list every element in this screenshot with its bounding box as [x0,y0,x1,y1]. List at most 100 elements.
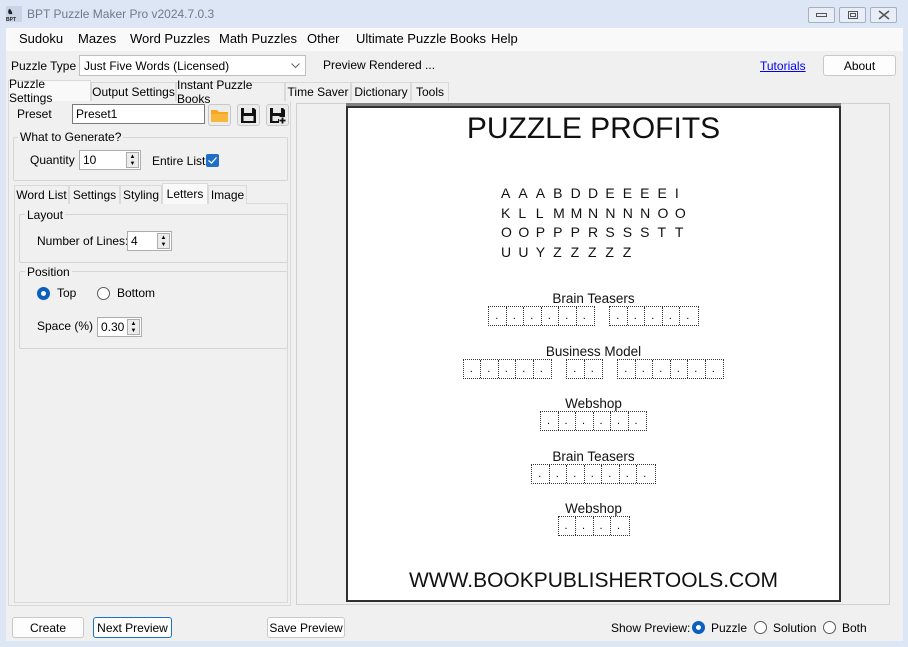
menu-other[interactable]: Other [307,31,340,46]
clue-item: Business Model [348,344,839,397]
status-text: Preview Rendered ... [323,58,436,72]
position-bottom-radio[interactable] [97,287,110,300]
letter: R [587,224,599,240]
quantity-label: Quantity [30,153,75,167]
letter-row: UUYZZZZZ [501,244,692,264]
quantity-stepper[interactable]: 10 ▲ ▼ [79,150,141,170]
create-button[interactable]: Create [12,617,84,638]
position-title: Position [25,265,72,279]
tab-tools[interactable]: Tools [411,82,449,101]
clue-text: Business Model [545,343,642,359]
letter: B [553,185,563,201]
restore-icon [847,11,858,19]
space-stepper[interactable]: 0.30 ▲ ▼ [97,317,142,337]
clue-item: Brain Teasers [348,291,839,344]
letter-box [629,412,647,430]
letter: N [605,204,616,221]
minimize-button[interactable] [808,7,835,23]
letter: P [535,224,546,240]
menu-ultimate-puzzle-books[interactable]: Ultimate Puzzle Books [356,31,486,46]
letter-box [541,412,559,430]
letter: S [622,224,633,240]
show-puzzle-radio[interactable] [692,621,705,634]
tab-dictionary[interactable]: Dictionary [351,82,411,101]
letter-box [645,307,663,325]
tab-time-saver[interactable]: Time Saver [285,82,351,101]
position-bottom-label: Bottom [117,286,156,300]
subtab-letters[interactable]: Letters [162,183,208,204]
preset-label: Preset [17,107,52,121]
letter-box [534,360,552,378]
letter-box [559,412,576,430]
menu-math-puzzles[interactable]: Math Puzzles [219,31,297,46]
entire-list-checkbox[interactable] [206,154,219,167]
lines-spin-arrows[interactable]: ▲ ▼ [157,233,170,249]
letter-box [594,412,611,430]
position-top-radio[interactable] [37,287,50,300]
menu-word-puzzles[interactable]: Word Puzzles [130,31,210,46]
letter-box [585,464,603,483]
save-preset-button[interactable] [237,104,260,126]
space-spin-arrows[interactable]: ▲ ▼ [127,319,140,335]
menu-sudoku[interactable]: Sudoku [19,31,63,46]
menu-help[interactable]: Help [491,31,518,46]
clue-list: Brain Teasers Business Model Webshop Brain … [348,291,839,554]
letter-box [671,359,689,378]
letter: N [640,204,651,221]
puzzle-type-select[interactable]: Just Five Words (Licensed) [79,55,306,76]
letter: Z [587,243,597,260]
tab-puzzle-settings[interactable]: Puzzle Settings [8,77,91,105]
menu-mazes[interactable]: Mazes [78,31,116,46]
quantity-spin-arrows[interactable]: ▲ ▼ [126,152,139,168]
close-button[interactable] [870,7,897,23]
space-value: 0.30 [101,320,125,334]
letter: Y [535,243,546,260]
show-both-radio[interactable] [823,621,836,634]
subtab-settings[interactable]: Settings [69,185,120,204]
svg-text:♞: ♞ [7,8,13,16]
letter-box [559,307,577,325]
letter: O [657,204,669,221]
letter: L [518,204,527,221]
subtab-styling[interactable]: Styling [120,185,162,204]
show-puzzle-label: Puzzle [711,621,748,635]
letter-row: OOPPPRSSSTT [501,224,692,244]
letter: M [570,204,583,221]
save-as-preset-button[interactable] [266,104,289,126]
letter-box [507,307,525,325]
minimize-icon [816,13,827,17]
subtab-image[interactable]: Image [208,185,247,204]
puzzle-title: PUZZLE PROFITS [466,112,721,145]
what-to-generate-title: What to Generate? [18,130,124,144]
clue-text: Webshop [565,396,622,411]
up-arrow-icon: ▲ [130,320,137,327]
answer-boxes [348,358,839,379]
restore-button[interactable] [839,7,866,23]
letter-box [489,307,507,325]
number-of-lines-label: Number of Lines: [37,234,129,248]
letter-box [620,464,638,483]
letter: O [518,224,530,240]
up-arrow-icon: ▲ [129,153,136,160]
subtab-word-list[interactable]: Word List [14,185,69,204]
letter-box [559,517,576,535]
quantity-value: 10 [83,153,97,167]
save-preview-button[interactable]: Save Preview [267,617,345,638]
about-button[interactable]: About [823,55,896,76]
tutorials-link[interactable]: Tutorials [760,59,806,73]
letter: U [501,243,512,260]
down-arrow-icon: ▼ [160,241,167,248]
number-of-lines-stepper[interactable]: 4 ▲ ▼ [127,231,172,251]
open-preset-button[interactable] [208,104,231,126]
number-of-lines-value: 4 [131,234,138,248]
letter-box [636,359,654,378]
show-solution-radio[interactable] [754,621,767,634]
answer-boxes [348,306,839,326]
answer-boxes [348,516,839,536]
tab-instant-puzzle-books[interactable]: Instant Puzzle Books [176,78,285,106]
close-icon [878,10,889,20]
tab-output-settings[interactable]: Output Settings [91,82,176,101]
next-preview-button[interactable]: Next Preview [93,617,172,638]
preset-input[interactable]: Preset1 [72,104,205,124]
clue-text: Brain Teasers [552,448,635,464]
